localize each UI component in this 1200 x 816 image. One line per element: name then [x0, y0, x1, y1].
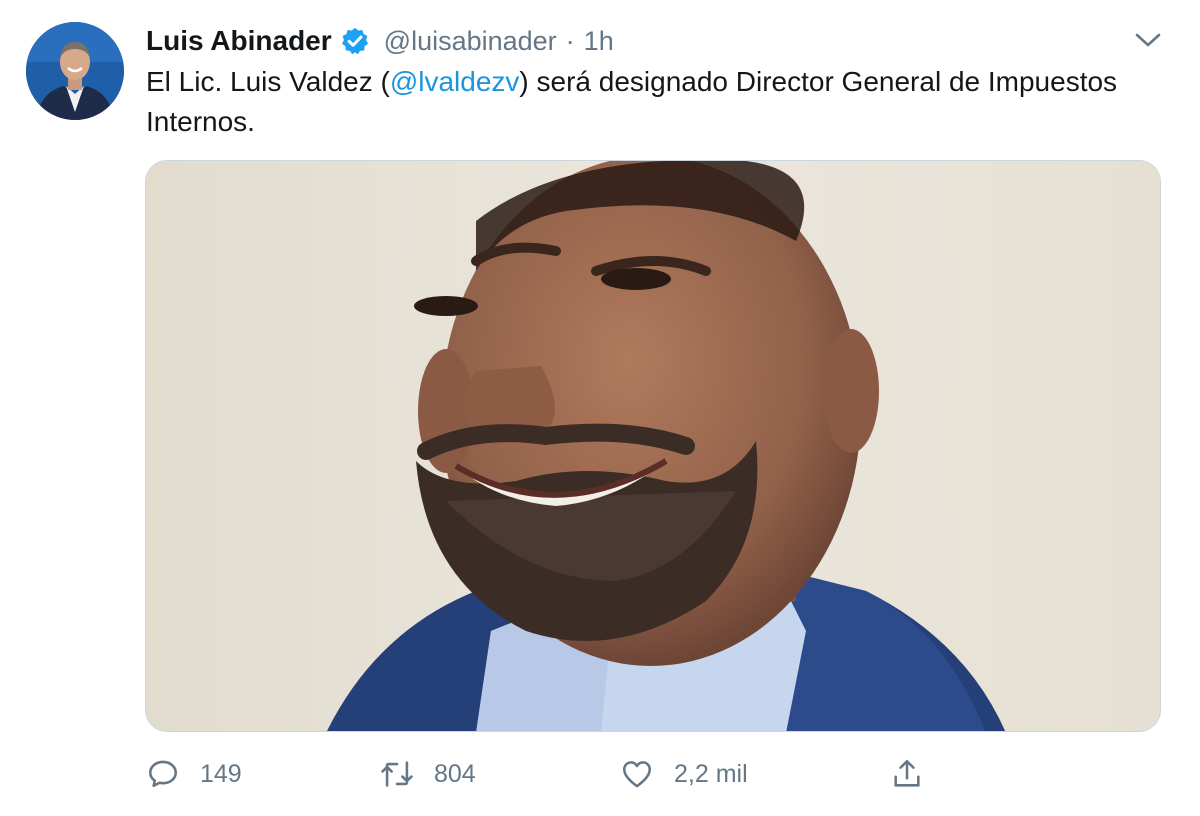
retweet-button[interactable]: 804: [380, 752, 476, 796]
like-count: 2,2 mil: [674, 759, 748, 788]
tweet: Luis Abinader @luisabinader · 1h El Lic.…: [0, 0, 1200, 816]
comment-icon: [148, 760, 178, 788]
heart-icon: [622, 761, 652, 788]
display-name[interactable]: Luis Abinader: [146, 25, 332, 57]
mention-link[interactable]: @lvaldezv: [390, 66, 520, 97]
tweet-text: El Lic. Luis Valdez (@lvaldezv) será des…: [146, 62, 1156, 142]
tweet-text-before: El Lic. Luis Valdez (: [146, 66, 390, 97]
avatar[interactable]: [26, 22, 124, 120]
reply-button[interactable]: 149: [146, 752, 242, 796]
retweet-count: 804: [434, 759, 476, 788]
separator-dot: ·: [565, 25, 575, 56]
tweet-photo[interactable]: [145, 160, 1161, 732]
like-button[interactable]: 2,2 mil: [620, 752, 748, 796]
share-icon: [894, 759, 920, 787]
tweet-actions: 149 804 2,2 mil: [0, 752, 1200, 796]
chevron-down-icon[interactable]: [1132, 28, 1164, 52]
verified-badge-icon: [341, 27, 368, 55]
reply-count: 149: [200, 759, 242, 788]
user-handle[interactable]: @luisabinader: [384, 26, 557, 57]
retweet-icon: [381, 761, 413, 787]
tweet-header: Luis Abinader @luisabinader · 1h: [146, 22, 614, 60]
share-button[interactable]: [890, 752, 924, 796]
timestamp[interactable]: 1h: [584, 26, 614, 57]
